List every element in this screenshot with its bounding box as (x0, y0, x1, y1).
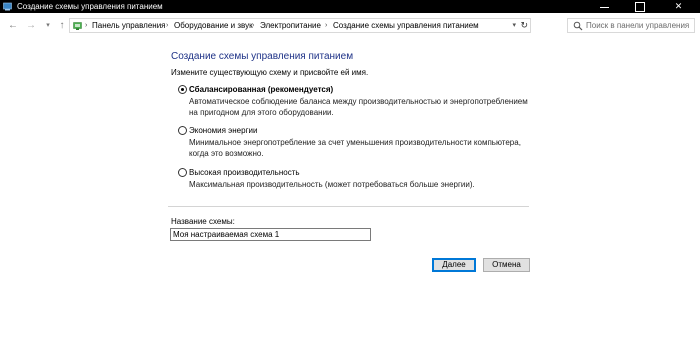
page-title: Создание схемы управления питанием (171, 51, 354, 62)
control-panel-icon (3, 2, 12, 11)
breadcrumb-separator-icon[interactable]: › (166, 20, 168, 32)
recent-locations-chevron-icon[interactable]: ▾ (41, 19, 55, 33)
option-description: Минимальное энергопотребление за счет ум… (189, 138, 521, 158)
breadcrumb-create-plan[interactable]: Создание схемы управления питанием (333, 20, 479, 32)
up-arrow-icon[interactable]: ↑ (55, 19, 69, 33)
address-bar[interactable]: › Панель управления › Оборудование и зву… (69, 18, 531, 33)
option-label[interactable]: Экономия энергии (189, 126, 257, 136)
search-input[interactable] (586, 20, 692, 31)
breadcrumb-separator-icon: › (85, 22, 88, 29)
plan-name-input[interactable] (170, 228, 371, 241)
minimize-button[interactable] (587, 0, 622, 13)
option-label[interactable]: Сбалансированная (рекомендуется) (189, 85, 333, 95)
option-description: Максимальная производительность (может п… (189, 180, 475, 189)
breadcrumb-hardware-sound[interactable]: Оборудование и звук (174, 20, 253, 32)
page-subtitle: Измените существующую схему и присвойте … (171, 68, 369, 77)
option-description: Автоматическое соблюдение баланса между … (189, 97, 528, 117)
divider (168, 206, 529, 207)
option-label[interactable]: Высокая производительность (189, 168, 300, 178)
breadcrumb-power-options[interactable]: Электропитание (260, 20, 321, 32)
window-title: Создание схемы управления питанием (17, 2, 163, 11)
search-box[interactable] (567, 18, 695, 33)
radio-high-performance[interactable] (178, 168, 187, 177)
navigation-bar: ← → ▾ ↑ › Панель управления › Оборудован… (0, 13, 700, 39)
radio-balanced[interactable] (178, 85, 187, 94)
search-icon (573, 21, 583, 31)
radio-power-saver[interactable] (178, 126, 187, 135)
plan-name-label: Название схемы: (171, 217, 235, 226)
breadcrumb-control-panel[interactable]: Панель управления (92, 20, 166, 32)
address-dropdown-icon[interactable]: ▾ (512, 20, 516, 32)
control-panel-location-icon (73, 22, 82, 30)
close-button[interactable]: ✕ (657, 0, 700, 13)
breadcrumb-separator-icon[interactable]: › (252, 20, 254, 32)
cancel-button[interactable]: Отмена (483, 258, 530, 272)
back-arrow-icon[interactable]: ← (6, 19, 20, 33)
refresh-icon[interactable]: ↻ (520, 19, 528, 32)
maximize-button[interactable] (622, 0, 657, 13)
title-bar: Создание схемы управления питанием ✕ (0, 0, 700, 13)
breadcrumb-separator-icon[interactable]: › (325, 20, 327, 32)
forward-arrow-icon[interactable]: → (24, 19, 38, 33)
next-button[interactable]: Далее (432, 258, 476, 272)
